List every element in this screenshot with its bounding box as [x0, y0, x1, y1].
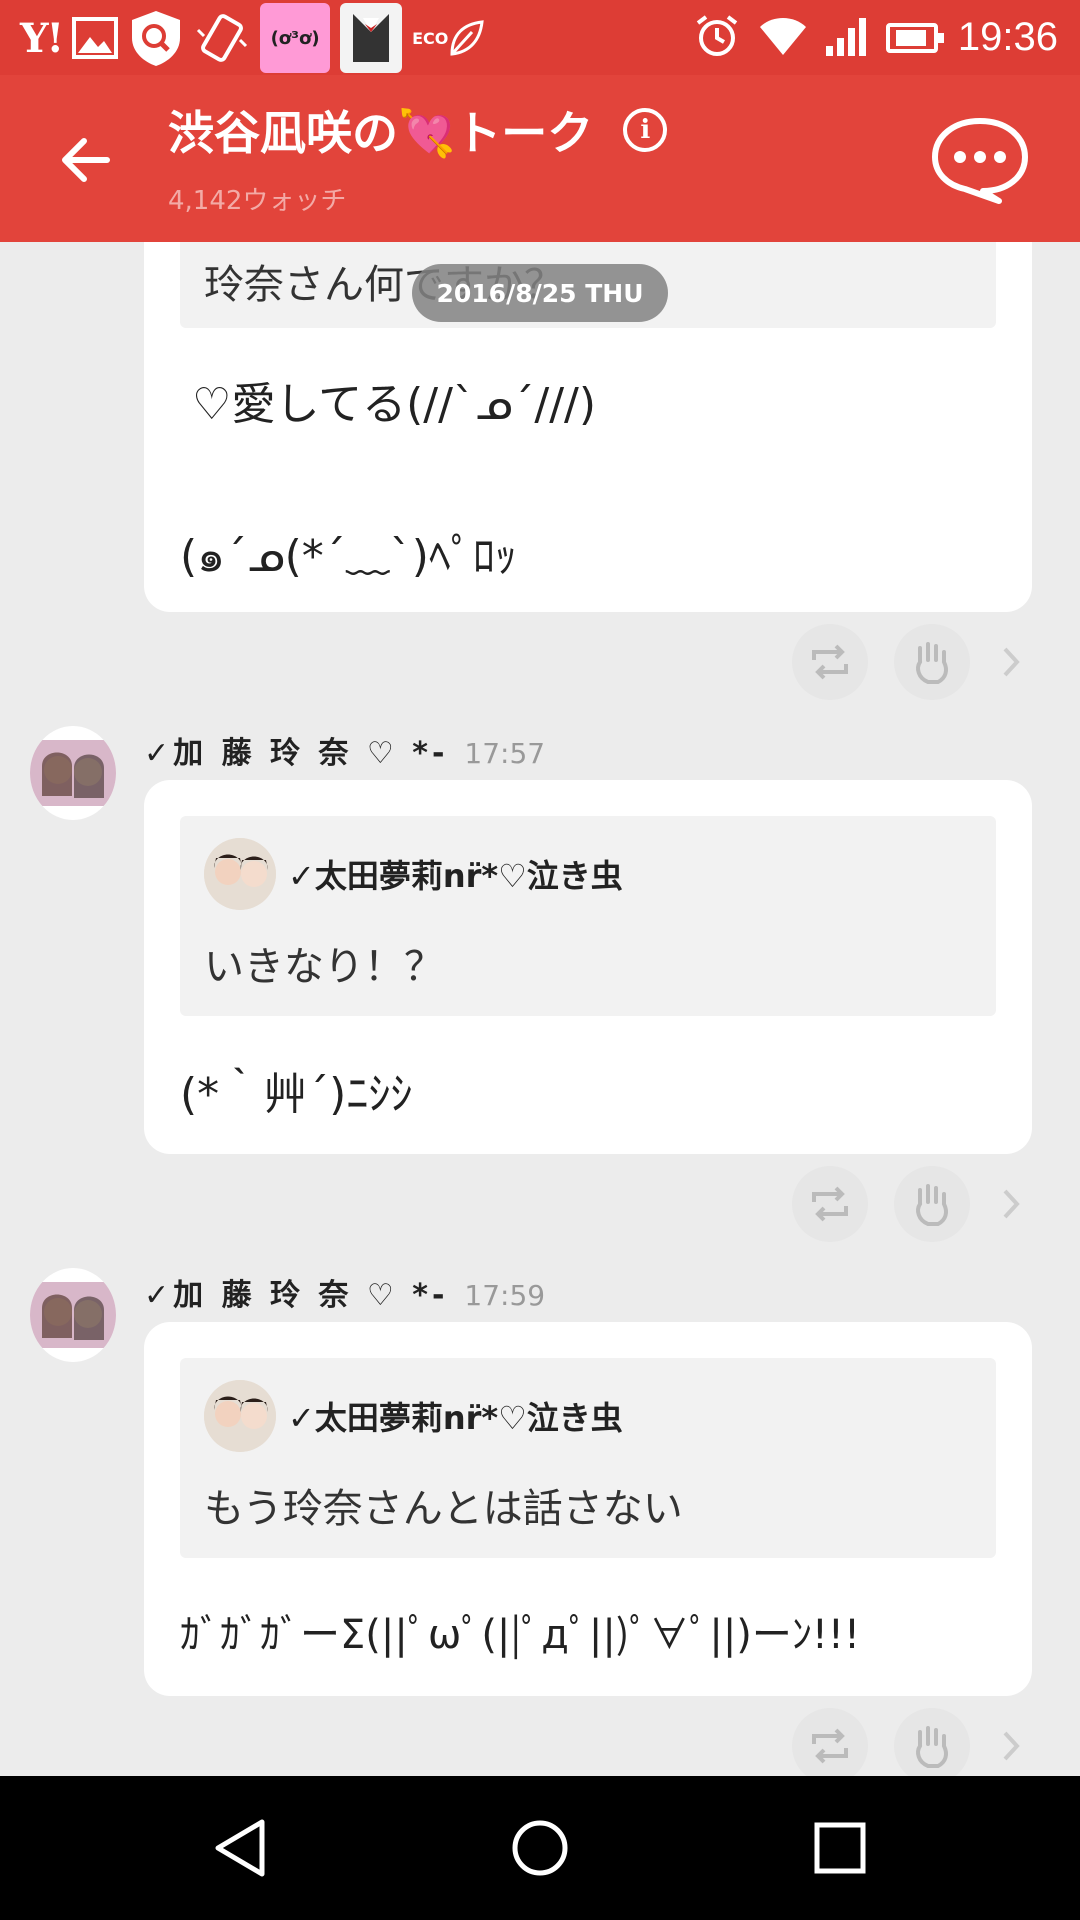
- message-list[interactable]: 玲奈さん何ですか？ ♡愛してる(//`ᓄ´///) (๑´ᓄ(*´﹏`)ﾍﾟﾛｯ…: [0, 242, 1080, 1776]
- watch-count: 4,142ウォッチ: [168, 186, 347, 216]
- chevron-right-icon[interactable]: [996, 642, 1026, 682]
- status-bar: Y! (ơ³ơ) ECO 19:36: [0, 0, 1080, 75]
- avatar[interactable]: [204, 838, 276, 910]
- quoted-author: ✓太田夢莉nr̈*♡泣き虫: [204, 1380, 623, 1452]
- yahoo-icon: Y!: [20, 14, 64, 62]
- message-actions: [792, 1166, 1026, 1242]
- date-separator: 2016/8/25 THU: [412, 264, 668, 322]
- wifi-icon: [758, 15, 808, 61]
- retweet-icon: [812, 644, 848, 680]
- retweet-button[interactable]: [792, 1708, 868, 1776]
- chat-button[interactable]: [925, 115, 1035, 205]
- message-line: ｶﾞｶﾞｶﾞーΣ(||ﾟωﾟ(||ﾟдﾟ||)ﾟ∀ﾟ||)ーﾝ!!!: [180, 1612, 861, 1658]
- phone-vibrate-icon: [194, 10, 250, 66]
- message-line: (๑´ᓄ(*´﹏`)ﾍﾟﾛｯ: [180, 531, 517, 582]
- message-card: ✓太田夢莉nr̈*♡泣き虫 いきなり！？ (*｀艸´)ﾆｼｼ: [144, 780, 1032, 1154]
- message-time: 17:57: [464, 737, 546, 770]
- avatar[interactable]: [30, 726, 116, 820]
- retweet-button[interactable]: [792, 1166, 868, 1242]
- circle-home-icon: [512, 1820, 568, 1876]
- image-icon: [72, 10, 119, 66]
- quoted-text: もう玲奈さんとは話さない: [204, 1486, 683, 1532]
- chat-bubble-icon: [932, 118, 1028, 204]
- navigation-bar: [0, 1776, 1080, 1920]
- clap-button[interactable]: [894, 1166, 970, 1242]
- retweet-button[interactable]: [792, 624, 868, 700]
- tuxedo-notification-icon: [340, 3, 403, 73]
- shield-search-icon: [128, 10, 184, 66]
- arrow-left-icon: [62, 138, 110, 182]
- message-time: 17:59: [464, 1279, 546, 1312]
- nav-back-button[interactable]: [190, 1806, 290, 1890]
- message-card: ✓太田夢莉nr̈*♡泣き虫 もう玲奈さんとは話さない ｶﾞｶﾞｶﾞーΣ(||ﾟω…: [144, 1322, 1032, 1696]
- sender-name[interactable]: ✓加 藤 玲 奈 ♡ *-: [144, 728, 448, 772]
- chevron-right-icon[interactable]: [996, 1184, 1026, 1224]
- app-bar: 渋谷凪咲の💘トーク i 4,142ウォッチ: [0, 75, 1080, 242]
- nav-recents-button[interactable]: [790, 1806, 890, 1890]
- quoted-message: ✓太田夢莉nr̈*♡泣き虫 もう玲奈さんとは話さない: [180, 1358, 996, 1558]
- sticker-notification-icon: (ơ³ơ): [260, 3, 331, 73]
- message-actions: [792, 1708, 1026, 1776]
- message-line: ♡愛してる(//`ᓄ´///): [192, 379, 597, 430]
- avatar[interactable]: [204, 1380, 276, 1452]
- hand-icon: [916, 1726, 948, 1768]
- eco-leaf-icon: ECO: [412, 10, 485, 66]
- sender-row: ✓加 藤 玲 奈 ♡ *- 17:59: [144, 1270, 545, 1314]
- quoted-author: ✓太田夢莉nr̈*♡泣き虫: [204, 838, 623, 910]
- status-time: 19:36: [957, 15, 1058, 59]
- back-button[interactable]: [45, 125, 125, 195]
- message-actions: [792, 624, 1026, 700]
- signal-icon: [825, 16, 872, 60]
- quoted-author-name: ✓太田夢莉nr̈*♡泣き虫: [288, 857, 623, 895]
- square-recents-icon: [814, 1822, 866, 1874]
- nav-home-button[interactable]: [490, 1806, 590, 1890]
- page-title: 渋谷凪咲の💘トーク: [168, 106, 594, 160]
- screen: Y! (ơ³ơ) ECO 19:36 渋谷凪咲の💘トーク i 4,142ウォッチ…: [0, 0, 1080, 1920]
- sender-name[interactable]: ✓加 藤 玲 奈 ♡ *-: [144, 1270, 448, 1314]
- clap-button[interactable]: [894, 1708, 970, 1776]
- message-line: (*｀艸´)ﾆｼｼ: [180, 1069, 413, 1120]
- clap-button[interactable]: [894, 624, 970, 700]
- chevron-right-icon[interactable]: [996, 1726, 1026, 1766]
- quoted-message: ✓太田夢莉nr̈*♡泣き虫 いきなり！？: [180, 816, 996, 1016]
- hand-icon: [916, 1184, 948, 1226]
- retweet-icon: [812, 1186, 848, 1222]
- battery-icon: [885, 22, 944, 53]
- info-icon[interactable]: i: [623, 108, 668, 152]
- alarm-icon: [694, 13, 740, 63]
- hand-icon: [916, 642, 948, 684]
- sender-row: ✓加 藤 玲 奈 ♡ *- 17:57: [144, 728, 545, 772]
- quoted-text: いきなり！？: [204, 944, 444, 990]
- retweet-icon: [812, 1728, 848, 1764]
- avatar[interactable]: [30, 1268, 116, 1362]
- quoted-author-name: ✓太田夢莉nr̈*♡泣き虫: [288, 1399, 623, 1437]
- triangle-back-icon: [215, 1819, 265, 1877]
